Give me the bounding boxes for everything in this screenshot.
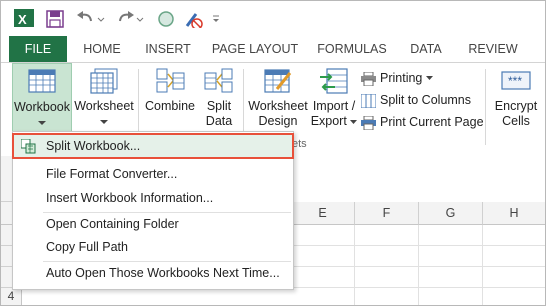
column-header-e[interactable]: E (291, 202, 355, 225)
encrypt-cells-button[interactable]: *** Encrypt Cells (489, 63, 543, 133)
tab-data[interactable]: DATA (403, 36, 449, 62)
grid-line (418, 225, 419, 305)
column-header-g[interactable]: G (419, 202, 483, 225)
workbook-label: Workbook (13, 100, 71, 114)
menu-item-split-workbook[interactable]: Split Workbook... (12, 133, 294, 159)
encrypt-label-1: Encrypt (494, 99, 538, 113)
workbook-icon (28, 69, 56, 93)
menu-item-file-format-converter[interactable]: File Format Converter... (13, 162, 293, 186)
ribbon-tabs: FILE HOME INSERT PAGE LAYOUT FORMULAS DA… (1, 36, 545, 62)
encrypt-icon: *** (501, 71, 531, 90)
group-label: ets (292, 138, 307, 150)
print-current-page-label: Print Current Page (380, 115, 484, 129)
circle-icon[interactable] (157, 10, 175, 28)
worksheet-label: Worksheet (74, 99, 134, 113)
worksheet-design-label-2: Design (258, 114, 298, 128)
combine-button[interactable]: Combine (142, 63, 198, 133)
encrypt-label-2: Cells (502, 114, 530, 128)
split-data-button[interactable]: Split Data (199, 63, 239, 133)
printing-dropdown-icon (425, 76, 433, 81)
printing-button[interactable]: Printing (361, 68, 437, 88)
worksheet-icon (90, 68, 118, 94)
customize-toolbar-icon[interactable] (211, 10, 221, 28)
redo-icon[interactable] (115, 10, 135, 28)
excel-window: X FILE HOME INSERT PAGE LAYOUT FORMULAS … (0, 0, 546, 306)
worksheet-button[interactable]: Worksheet (73, 63, 135, 133)
save-icon[interactable] (46, 10, 64, 28)
menu-item-label: Copy Full Path (46, 240, 128, 254)
menu-item-insert-workbook-information[interactable]: Insert Workbook Information... (13, 186, 293, 210)
worksheet-design-icon (264, 69, 292, 93)
workbook-button[interactable]: Workbook (12, 63, 72, 135)
import-export-label-2: Export (310, 114, 358, 129)
split-data-label-1: Split (206, 99, 232, 113)
menu-item-open-containing-folder[interactable]: Open Containing Folder (13, 212, 293, 236)
print-current-page-button[interactable]: Print Current Page (361, 112, 484, 132)
undo-dropdown-icon[interactable] (97, 10, 105, 28)
tab-review[interactable]: REVIEW (464, 36, 522, 62)
quick-access-toolbar: X (1, 1, 545, 36)
split-to-columns-label: Split to Columns (380, 93, 472, 107)
split-data-icon (204, 68, 233, 93)
tab-file[interactable]: FILE (9, 36, 67, 62)
menu-item-label: Insert Workbook Information... (46, 191, 214, 205)
tab-page-layout[interactable]: PAGE LAYOUT (209, 36, 301, 62)
column-header-h[interactable]: H (483, 202, 545, 225)
workbook-dropdown-menu: Split Workbook... File Format Converter.… (12, 131, 294, 290)
menu-item-copy-full-path[interactable]: Copy Full Path (13, 235, 293, 259)
tab-insert[interactable]: INSERT (141, 36, 195, 62)
combine-label: Combine (144, 99, 196, 113)
combine-icon (156, 68, 185, 93)
row-header-4[interactable]: 4 (1, 288, 22, 305)
ribbon-separator (485, 69, 486, 145)
svg-text:***: *** (508, 74, 522, 88)
split-to-columns-button[interactable]: Split to Columns (360, 90, 472, 110)
grid-line (482, 225, 483, 305)
printer-icon (361, 71, 376, 87)
split-data-label-2: Data (205, 114, 233, 128)
import-export-label-1: Import / (312, 99, 356, 113)
menu-item-label: File Format Converter... (46, 167, 178, 181)
menu-item-label: Split Workbook... (46, 139, 141, 153)
excel-logo-icon: X (14, 9, 34, 27)
menu-item-auto-open-workbooks[interactable]: Auto Open Those Workbooks Next Time... (13, 261, 293, 285)
menu-item-label: Open Containing Folder (46, 217, 179, 231)
brush-cancel-icon[interactable] (183, 10, 203, 28)
redo-dropdown-icon[interactable] (136, 10, 144, 28)
import-export-icon (320, 68, 348, 94)
grid-line (354, 225, 355, 305)
worksheet-design-button[interactable]: Worksheet Design (247, 63, 309, 133)
printing-label: Printing (380, 71, 423, 85)
tab-home[interactable]: HOME (79, 36, 125, 62)
workbook-dropdown-icon (38, 121, 46, 125)
import-export-button[interactable]: Import / Export (310, 63, 358, 133)
tab-formulas[interactable]: FORMULAS (313, 36, 391, 62)
column-header-f[interactable]: F (355, 202, 419, 225)
menu-item-label: Auto Open Those Workbooks Next Time... (46, 266, 280, 280)
undo-icon[interactable] (76, 10, 96, 28)
worksheet-design-label-1: Worksheet (248, 99, 308, 113)
split-columns-icon (360, 93, 377, 109)
import-export-dropdown-icon (350, 120, 358, 124)
split-workbook-icon (21, 139, 36, 154)
print-page-icon (361, 115, 376, 131)
svg-text:X: X (18, 12, 27, 27)
worksheet-dropdown-icon (100, 120, 108, 124)
